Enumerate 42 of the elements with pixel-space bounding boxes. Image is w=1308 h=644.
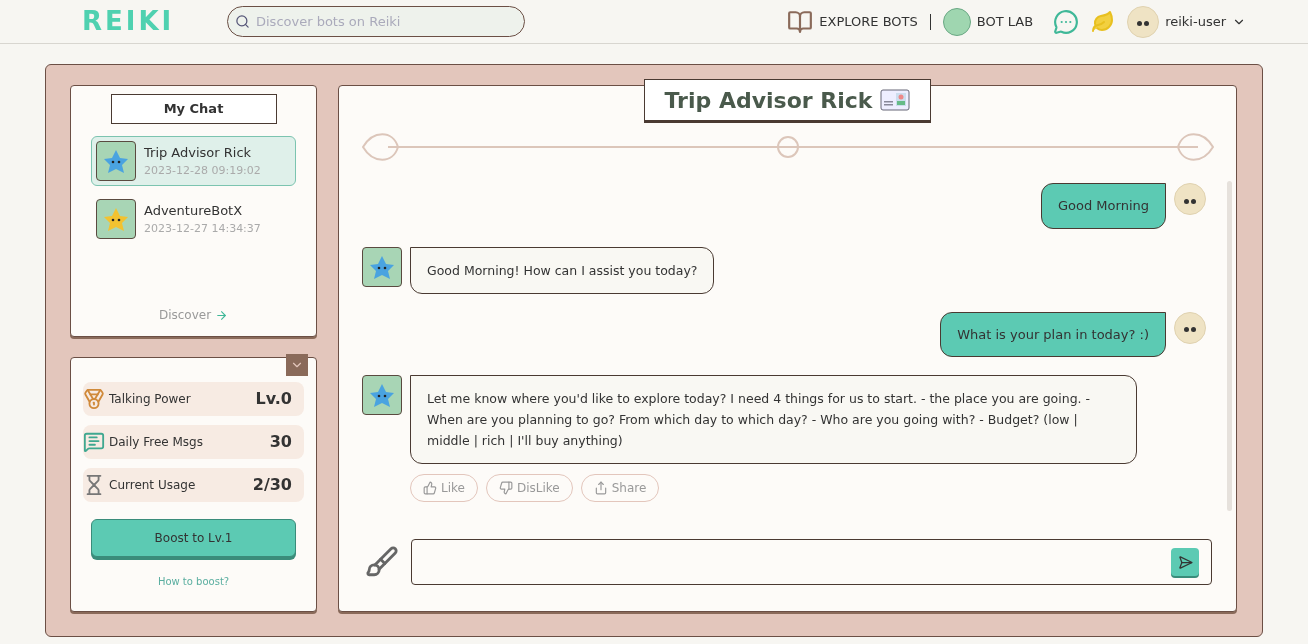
stat-value: Lv.0 — [255, 388, 292, 410]
stat-value: 30 — [269, 431, 292, 453]
send-icon — [1177, 554, 1193, 570]
message-icon — [83, 431, 105, 453]
user-message-bubble: What is your plan in today? :) — [940, 311, 1166, 357]
user-avatar — [1174, 311, 1206, 344]
arrow-right-icon — [215, 308, 229, 322]
stat-label: Daily Free Msgs — [109, 434, 204, 451]
nav-link[interactable]: BOT LAB — [942, 7, 1034, 36]
user-avatar — [1174, 183, 1206, 215]
send-button[interactable] — [1171, 548, 1199, 576]
bot-avatar — [96, 199, 136, 239]
boost-button[interactable]: Boost to Lv.1 — [91, 519, 296, 557]
bot-message-bubble: Let me know where you'd like to explore today? I need 4 things for us to start. - the place you are going. - When are you planning to go? From which day to which day? - Who are you going with? - Budget? (low | middle | rich | I'll buy anything) — [410, 375, 1137, 464]
bot-avatar — [362, 375, 402, 415]
chat-time: 2023-12-28 09:19:02 — [144, 162, 261, 179]
user-message-bubble: Good Morning — [1041, 183, 1166, 229]
search-field[interactable]: Discover bots on Reiki — [227, 6, 525, 37]
share-icon — [593, 481, 608, 495]
id-card-icon — [880, 89, 911, 111]
thumbs-up-icon — [423, 481, 437, 495]
panel-title: My Chat — [110, 94, 277, 124]
search-icon — [235, 14, 250, 29]
chat-list-item[interactable]: AdventureBotX 2023-12-27 14:34:37 — [91, 194, 296, 244]
chat-name: AdventureBotX — [144, 202, 244, 220]
chat-list-item[interactable]: Trip Advisor Rick 2023-12-28 09:19:02 — [91, 136, 296, 186]
stat-value: 2/30 — [252, 474, 292, 496]
nav-link[interactable]: EXPLORE BOTS — [787, 8, 918, 35]
bot-avatar — [362, 246, 402, 287]
chat-name: Trip Advisor Rick — [144, 144, 253, 162]
medal-icon — [83, 388, 105, 410]
stat-label: Talking Power — [109, 391, 192, 408]
thumbs-down-icon — [498, 481, 513, 495]
book-icon — [787, 8, 814, 35]
chat-time: 2023-12-27 14:34:37 — [144, 220, 261, 237]
user-menu[interactable]: reiki-user — [1127, 5, 1246, 38]
bot-message-bubble: Good Morning! How can I assist you today? — [410, 246, 715, 294]
stat-label: Current Usage — [109, 477, 197, 494]
bot-avatar — [96, 141, 136, 181]
message-input[interactable] — [411, 539, 1212, 585]
chat-title: Trip Advisor Rick — [664, 86, 873, 115]
user-avatar — [1127, 5, 1160, 38]
